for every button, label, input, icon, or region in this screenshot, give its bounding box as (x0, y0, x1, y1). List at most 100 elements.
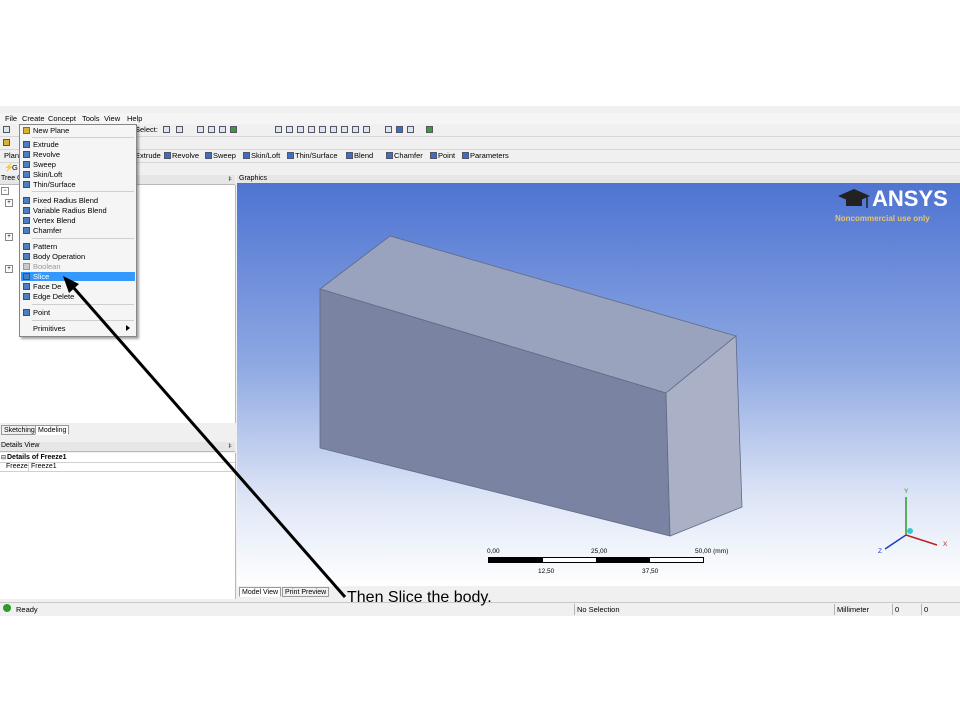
status-units[interactable]: Millimeter (837, 605, 869, 614)
menu-help[interactable]: Help (127, 114, 142, 123)
details-view-header: Details View ⊧ (0, 442, 235, 452)
display-point-icon[interactable] (407, 126, 414, 133)
z-axis-label: Z (878, 548, 882, 555)
tree-expand-icon[interactable]: + (5, 199, 13, 207)
menu-item-slice[interactable]: Slice (21, 272, 135, 281)
tab-modeling[interactable]: Modeling (35, 425, 70, 435)
menu-item-point[interactable]: Point (21, 308, 135, 317)
x-axis-label: X (943, 541, 948, 548)
zoom-box-icon[interactable] (308, 126, 315, 133)
scale-bar-strip (488, 557, 704, 563)
tab-model-view[interactable]: Model View (239, 587, 282, 597)
pin-icon[interactable]: ⊧ (228, 442, 232, 450)
toolbar-chamfer[interactable]: Chamfer (394, 151, 423, 160)
details-view-title: Details View (1, 442, 40, 449)
toolbar-parameters[interactable]: Parameters (470, 151, 509, 160)
vertex-blend-icon (23, 217, 30, 224)
undo-icon[interactable] (3, 126, 10, 133)
menu-separator (32, 320, 134, 321)
select-edges-icon[interactable] (208, 126, 215, 133)
menu-create[interactable]: Create (22, 114, 45, 123)
menu-item-sweep[interactable]: Sweep (21, 160, 135, 169)
toolbar-thin-surface[interactable]: Thin/Surface (295, 151, 338, 160)
menu-file[interactable]: File (5, 114, 17, 123)
collapse-icon[interactable]: ⊟ (1, 454, 6, 461)
pan-icon[interactable] (286, 126, 293, 133)
menu-item-thin-surface[interactable]: Thin/Surface (21, 180, 135, 189)
scale-label: 12,50 (538, 568, 555, 575)
toolbar-sweep[interactable]: Sweep (213, 151, 236, 160)
select-bodies-icon[interactable] (230, 126, 237, 133)
menu-separator (32, 304, 134, 305)
pin-icon[interactable]: ⊧ (228, 175, 232, 183)
thin-surface-icon (287, 152, 294, 159)
scale-label: 25,00 (591, 548, 608, 555)
select-faces-icon[interactable] (219, 126, 226, 133)
details-group-title: Details of Freeze1 (7, 454, 67, 461)
toolbar-point[interactable]: Point (438, 151, 455, 160)
property-value: Freeze1 (31, 463, 57, 470)
display-model-icon[interactable] (396, 126, 403, 133)
zoom-fit-icon[interactable] (319, 126, 326, 133)
logo-subtitle: Noncommercial use only (835, 214, 930, 223)
tab-print-preview[interactable]: Print Preview (282, 587, 330, 597)
plane-label: Plan (4, 151, 20, 160)
graphics-viewport[interactable]: Y X Z (237, 183, 960, 586)
zoom-icon[interactable] (297, 126, 304, 133)
z-axis-line (884, 534, 907, 550)
skin-loft-icon (23, 171, 30, 178)
toolbar-main: Select: (0, 124, 960, 137)
property-name: Freeze (6, 463, 28, 470)
menu-item-face-delete[interactable]: Face De (21, 282, 135, 291)
magnify-icon[interactable] (330, 126, 337, 133)
rotate-icon[interactable] (275, 126, 282, 133)
menu-item-edge-delete[interactable]: Edge Delete (21, 292, 135, 301)
menu-item-boolean: Boolean (21, 262, 135, 271)
menu-item-vertex-blend[interactable]: Vertex Blend (21, 216, 135, 225)
toolbar-blend[interactable]: Blend (354, 151, 373, 160)
menu-item-variable-radius-blend[interactable]: Variable Radius Blend (21, 206, 135, 215)
scale-label: 37,50 (642, 568, 659, 575)
previous-view-icon[interactable] (352, 126, 359, 133)
tree-expand-icon[interactable]: + (5, 233, 13, 241)
menu-item-pattern[interactable]: Pattern (21, 242, 135, 251)
slice-icon (23, 273, 30, 280)
menu-tools[interactable]: Tools (82, 114, 100, 123)
tree-collapse-icon[interactable]: − (1, 187, 9, 195)
menu-item-chamfer[interactable]: Chamfer (21, 226, 135, 235)
tab-sketching[interactable]: Sketching (1, 425, 38, 435)
menu-item-skin-loft[interactable]: Skin/Loft (21, 170, 135, 179)
menu-concept[interactable]: Concept (48, 114, 76, 123)
toolbar-extrude[interactable]: Extrude (135, 151, 161, 160)
select-filter-icon[interactable] (176, 126, 183, 133)
zoom-out-icon[interactable] (341, 126, 348, 133)
status-value-2: 0 (924, 605, 929, 614)
select-points-icon[interactable] (197, 126, 204, 133)
menu-item-extrude[interactable]: Extrude (21, 140, 135, 149)
menu-view[interactable]: View (104, 114, 120, 123)
status-divider (892, 604, 893, 615)
tree-expand-icon[interactable]: + (5, 265, 13, 273)
new-plane-icon (23, 127, 30, 134)
status-divider (834, 604, 835, 615)
details-property-row[interactable]: Freeze Freeze1 (0, 462, 235, 472)
menu-separator (32, 238, 134, 239)
parameters-icon (462, 152, 469, 159)
menu-item-new-plane[interactable]: New Plane (21, 126, 135, 135)
menu-item-primitives[interactable]: Primitives (21, 324, 135, 333)
toolbar-revolve[interactable]: Revolve (172, 151, 199, 160)
toolbar-skin-loft[interactable]: Skin/Loft (251, 151, 280, 160)
menu-item-fixed-radius-blend[interactable]: Fixed Radius Blend (21, 196, 135, 205)
select-mode-icon[interactable] (163, 126, 170, 133)
point-icon (23, 309, 30, 316)
next-view-icon[interactable] (363, 126, 370, 133)
plane-icon[interactable] (3, 139, 10, 146)
menu-item-revolve[interactable]: Revolve (21, 150, 135, 159)
isometric-view-icon[interactable] (385, 126, 392, 133)
generate-icon[interactable] (426, 126, 433, 133)
x-axis-line (905, 534, 938, 546)
extrude-icon (23, 141, 30, 148)
menu-item-body-operation[interactable]: Body Operation (21, 252, 135, 261)
status-ready: Ready (16, 605, 38, 614)
sweep-icon (23, 161, 30, 168)
